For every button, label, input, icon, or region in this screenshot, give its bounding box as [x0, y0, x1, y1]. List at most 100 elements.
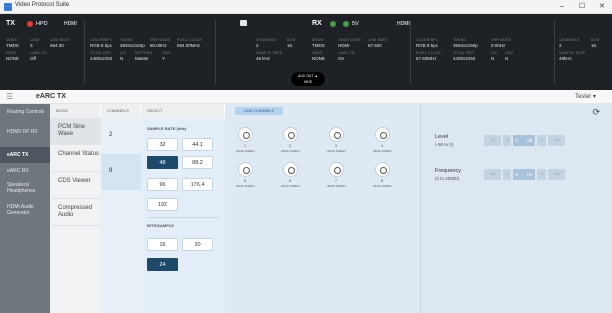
level-input[interactable]: 0 dB — [513, 135, 535, 146]
rx-mode-label: MODE — [312, 38, 324, 42]
sample-rate-option-192[interactable]: 192 — [147, 198, 178, 211]
tx-video-label: COLOR/BPC — [90, 38, 113, 42]
page-toolbar: ☰ eARC TX Tester ▾ — [0, 90, 612, 104]
level-unit: dB — [527, 138, 533, 143]
divider — [410, 20, 411, 84]
channel-8-knob[interactable] — [375, 162, 390, 177]
tx-video-value: 4400x2250 — [90, 56, 113, 61]
window-title: Video Protocol Suite — [15, 2, 70, 8]
tx-video-value: 3840x2160p — [120, 43, 145, 48]
level-minus-1-button[interactable]: -1 — [503, 135, 511, 146]
aux-out-toggle[interactable]: AUX OUT ▲ HIDE — [291, 72, 325, 86]
frequency-minus-10-button[interactable]: -10 — [484, 169, 501, 180]
sample-rate-option-32[interactable]: 32 — [147, 138, 178, 151]
channel-1-value: -48.00 1000Hz — [235, 149, 255, 153]
sidebar-item-speakers-headphones[interactable]: Speakers/ Headphones — [0, 179, 50, 199]
frequency-range: (0 to 20000) — [435, 176, 460, 181]
channel-3-knob[interactable] — [329, 127, 344, 142]
select-column-header: SELECT — [141, 104, 225, 118]
rx-video-value: N — [491, 56, 495, 61]
frequency-input[interactable]: 0 Hz — [513, 169, 535, 180]
tx-video-value: 594.00MHz — [177, 43, 201, 48]
refresh-icon[interactable]: ⟳ — [592, 107, 600, 118]
tx-mode-label: MODE — [6, 38, 18, 42]
frequency-plus-10-button[interactable]: +10 — [548, 169, 565, 180]
tx-video-label: VIC — [120, 51, 127, 55]
channel-1-number: 1 — [244, 144, 246, 148]
bits-option-16[interactable]: 16 — [147, 238, 178, 251]
sample-rate-option-176-4[interactable]: 176.4 — [182, 178, 213, 191]
tx-video-value: N — [120, 56, 124, 61]
sidebar-item-routing-controls[interactable]: Routing Controls — [0, 104, 50, 126]
tx-video-value: Y — [162, 56, 166, 61]
level-plus-1-button[interactable]: +1 — [537, 135, 546, 146]
mode-item-pcm-sine-wave[interactable]: PCM Sine Wave — [50, 118, 101, 145]
frequency-minus-1-button[interactable]: -1 — [503, 169, 511, 180]
sidebar-item-earc-rx[interactable]: eARC RX — [0, 163, 50, 179]
rx-video-label: TIMING — [453, 38, 467, 42]
channel-2-knob[interactable] — [283, 127, 298, 142]
bits-option-20[interactable]: 20 — [182, 238, 213, 251]
minimize-button[interactable]: – — [552, 0, 572, 14]
tx-video-label: PIXEL CLOCK — [177, 38, 203, 42]
channel-7-value: -48.00 1000Hz — [326, 184, 346, 188]
channel-option-8[interactable]: 8 — [101, 154, 141, 190]
page-title: eARC TX — [36, 93, 66, 100]
channel-1-knob[interactable] — [238, 127, 253, 142]
tx-video-label: PATTERN — [135, 51, 153, 55]
divider — [215, 20, 216, 84]
channel-levels-panel: LINK CHANNELS 1 -48.00 1000Hz 2 -48.00 1… — [225, 104, 420, 313]
link-channels-button[interactable]: LINK CHANNELS — [235, 107, 283, 115]
sidebar-item-hdmi-dp-rx[interactable]: HDMI/ DP RX — [0, 126, 50, 147]
sample-rate-option-88-2[interactable]: 88.2 — [182, 156, 213, 169]
channel-4-knob[interactable] — [375, 127, 390, 142]
rx-linkrate-label: LINK RATE — [368, 38, 388, 42]
frequency-plus-1-button[interactable]: +1 — [537, 169, 546, 180]
channel-option-2[interactable]: 2 — [101, 118, 141, 154]
user-menu[interactable]: Tester ▾ — [575, 93, 596, 100]
channel-4-number: 4 — [381, 144, 383, 148]
channels-list: 2 8 — [101, 118, 141, 313]
channels-column-header: CHANNELS — [101, 104, 141, 118]
section-divider — [147, 217, 219, 218]
sidebar-item-hdmi-audio-generator[interactable]: HDMI Audio Generator — [0, 201, 50, 223]
sample-rate-option-48[interactable]: 48 — [147, 156, 178, 169]
rx-video-value: 4400x2250 — [453, 56, 476, 61]
mode-item-channel-status[interactable]: Channel Status — [50, 145, 101, 172]
select-panel: SAMPLE RATE (kHz) 32 44.1 48 88.2 96 176… — [141, 118, 225, 313]
channel-4-value: -48.00 1000Hz — [372, 149, 392, 153]
sample-rate-option-44-1[interactable]: 44.1 — [182, 138, 213, 151]
frequency-value: 0 — [515, 172, 518, 177]
close-button[interactable]: ✕ — [592, 0, 612, 14]
mode-item-cds-viewer[interactable]: CDS Viewer — [50, 172, 101, 199]
level-minus-10-button[interactable]: -10 — [484, 135, 501, 146]
channel-6-value: -48.00 1000Hz — [280, 184, 300, 188]
rx-laneck-label: LANE CK — [338, 51, 355, 55]
sidebar-item-earc-tx[interactable]: eARC TX — [0, 147, 50, 163]
rx-video-value: N — [505, 56, 509, 61]
channel-8-number: 8 — [381, 179, 383, 183]
tx-label: TX — [6, 20, 15, 27]
bits-sample-label: BITS/SAMPLE — [147, 223, 174, 228]
rx-link-indicator-icon — [330, 21, 336, 27]
chat-icon — [240, 20, 247, 26]
channel-6-knob[interactable] — [283, 162, 298, 177]
bits-option-24[interactable]: 24 — [147, 258, 178, 271]
rx-video-label: PIXEL CLOCK — [416, 51, 442, 55]
tx-lane-label: LANE — [30, 38, 40, 42]
mode-item-compressed-audio[interactable]: Compressed Audio — [50, 199, 101, 226]
rx-audio-label: BITS — [591, 38, 600, 42]
channel-5-knob[interactable] — [238, 162, 253, 177]
maximize-button[interactable]: ☐ — [572, 0, 592, 14]
channel-2-number: 2 — [289, 144, 291, 148]
tx-linkrate-label: LINK RATE — [50, 38, 70, 42]
tx-video-label: TIMING — [120, 38, 134, 42]
rx-audio-label: SAMPLE RATE — [559, 51, 586, 55]
channel-7-knob[interactable] — [329, 162, 344, 177]
level-plus-10-button[interactable]: +10 — [548, 135, 565, 146]
hamburger-menu-icon[interactable]: ☰ — [6, 92, 13, 101]
rx-video-label: VRR MODE — [491, 38, 512, 42]
rx-laneck-value: On — [338, 56, 345, 61]
rx-audio-value: 48kHz — [559, 56, 572, 61]
sample-rate-option-96[interactable]: 96 — [147, 178, 178, 191]
